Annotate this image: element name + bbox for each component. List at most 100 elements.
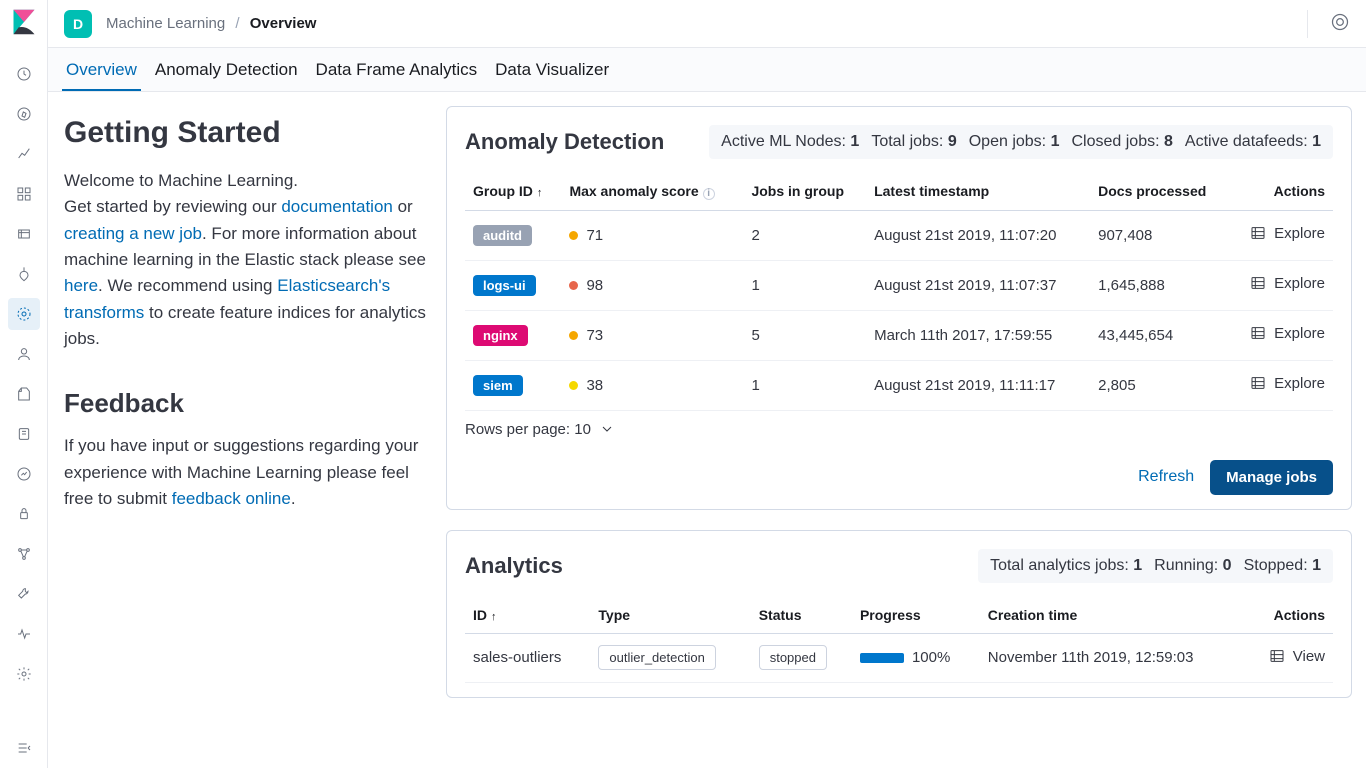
progress: 100%	[860, 649, 950, 666]
col-max-score[interactable]: Max anomaly scorei	[561, 173, 743, 210]
breadcrumb-parent[interactable]: Machine Learning	[106, 15, 225, 32]
tab-data-visualizer[interactable]: Data Visualizer	[491, 50, 613, 91]
analytics-panel: Analytics Total analytics jobs: 1 Runnin…	[446, 530, 1352, 699]
nav-siem-icon[interactable]	[8, 498, 40, 530]
tabbar: Overview Anomaly Detection Data Frame An…	[48, 48, 1366, 92]
group-badge[interactable]: nginx	[473, 325, 528, 346]
job-id: sales-outliers	[465, 633, 590, 683]
explore-link[interactable]: Explore	[1250, 275, 1325, 292]
docs-processed: 907,408	[1090, 210, 1230, 260]
table-row: logs-ui 98 1August 21st 2019, 11:07:371,64…	[465, 260, 1333, 310]
group-badge[interactable]: auditd	[473, 225, 532, 246]
anomaly-panel: Anomaly Detection Active ML Nodes: 1 Tot…	[446, 106, 1352, 510]
tab-data-frame-analytics[interactable]: Data Frame Analytics	[312, 50, 482, 91]
breadcrumb-current: Overview	[250, 15, 317, 32]
table-row: nginx 73 5March 11th 2017, 17:59:5543,445,…	[465, 310, 1333, 360]
latest-ts: March 11th 2017, 17:59:55	[866, 310, 1090, 360]
jobs-count: 1	[743, 260, 866, 310]
latest-ts: August 21st 2019, 11:11:17	[866, 360, 1090, 410]
col-actions: Actions	[1230, 173, 1333, 210]
table-row: sales-outliersoutlier_detectionstopped10…	[465, 633, 1333, 683]
nav-dashboard-icon[interactable]	[8, 178, 40, 210]
latest-ts: August 21st 2019, 11:07:37	[866, 260, 1090, 310]
group-badge[interactable]: siem	[473, 375, 523, 396]
table-row: auditd712August 21st 2019, 11:07:20907,4…	[465, 210, 1333, 260]
newsfeed-icon[interactable]	[1330, 12, 1350, 35]
link-documentation[interactable]: documentation	[281, 197, 393, 216]
feedback-title: Feedback	[64, 388, 428, 419]
col-docs[interactable]: Docs processed	[1090, 173, 1230, 210]
link-here[interactable]: here	[64, 276, 98, 295]
creation-time: November 11th 2019, 12:59:03	[980, 633, 1246, 683]
nav-visualize-icon[interactable]	[8, 138, 40, 170]
getting-started-text: Welcome to Machine Learning. Get started…	[64, 168, 428, 352]
explore-link[interactable]: Explore	[1250, 375, 1325, 392]
severity-dot	[569, 331, 578, 340]
nav-recently-viewed-icon[interactable]	[8, 58, 40, 90]
tab-anomaly-detection[interactable]: Anomaly Detection	[151, 50, 302, 91]
col-id[interactable]: ID↑	[465, 597, 590, 634]
nav-canvas-icon[interactable]	[8, 218, 40, 250]
manage-jobs-button[interactable]: Manage jobs	[1210, 460, 1333, 495]
chevron-down-icon	[599, 421, 615, 437]
col-latest-ts[interactable]: Latest timestamp	[866, 173, 1090, 210]
nav-uptime-icon[interactable]	[8, 458, 40, 490]
jobs-count: 5	[743, 310, 866, 360]
score-value: 98	[586, 277, 603, 294]
anomaly-stats: Active ML Nodes: 1 Total jobs: 9 Open jo…	[709, 125, 1333, 159]
feedback-text: If you have input or suggestions regardi…	[64, 433, 428, 512]
info-icon[interactable]: i	[703, 188, 715, 200]
nav-metrics-icon[interactable]	[8, 338, 40, 370]
anomaly-table: Group ID↑ Max anomaly scorei Jobs in gro…	[465, 173, 1333, 411]
topbar-divider	[1307, 10, 1308, 38]
analytics-stats: Total analytics jobs: 1 Running: 0 Stopp…	[978, 549, 1333, 583]
sort-asc-icon: ↑	[537, 187, 543, 199]
nav-dev-tools-icon[interactable]	[8, 578, 40, 610]
type-badge: outlier_detection	[598, 645, 715, 670]
nav-graph-icon[interactable]	[8, 538, 40, 570]
link-feedback[interactable]: feedback online	[172, 489, 291, 508]
col-group-id[interactable]: Group ID↑	[465, 173, 561, 210]
breadcrumb: Machine Learning / Overview	[106, 15, 316, 32]
severity-dot	[569, 281, 578, 290]
analytics-title: Analytics	[465, 553, 563, 579]
view-link[interactable]: View	[1269, 648, 1325, 665]
col-creation[interactable]: Creation time	[980, 597, 1246, 634]
nav-maps-icon[interactable]	[8, 258, 40, 290]
severity-dot	[569, 381, 578, 390]
tab-overview[interactable]: Overview	[62, 50, 141, 91]
analytics-table: ID↑ Type Status Progress Creation time A…	[465, 597, 1333, 684]
score-value: 73	[586, 327, 603, 344]
anomaly-title: Anomaly Detection	[465, 129, 664, 155]
docs-processed: 1,645,888	[1090, 260, 1230, 310]
link-create-job[interactable]: creating a new job	[64, 224, 202, 243]
table-row: siem381August 21st 2019, 11:11:172,805Ex…	[465, 360, 1333, 410]
nav-collapse-icon[interactable]	[8, 732, 40, 764]
explore-link[interactable]: Explore	[1250, 325, 1325, 342]
nav-machine-learning-icon[interactable]	[8, 298, 40, 330]
col-jobs-in-group[interactable]: Jobs in group	[743, 173, 866, 210]
docs-processed: 43,445,654	[1090, 310, 1230, 360]
group-badge[interactable]: logs-ui	[473, 275, 536, 296]
space-badge[interactable]: D	[64, 10, 92, 38]
col-status[interactable]: Status	[751, 597, 852, 634]
docs-processed: 2,805	[1090, 360, 1230, 410]
nav-management-icon[interactable]	[8, 658, 40, 690]
nav-monitoring-icon[interactable]	[8, 618, 40, 650]
col-type[interactable]: Type	[590, 597, 750, 634]
latest-ts: August 21st 2019, 11:07:20	[866, 210, 1090, 260]
rows-per-page[interactable]: Rows per page: 10	[465, 421, 615, 438]
sort-asc-icon: ↑	[491, 611, 497, 623]
nav-logs-icon[interactable]	[8, 378, 40, 410]
breadcrumb-separator: /	[235, 15, 239, 32]
severity-dot	[569, 231, 578, 240]
nav-discover-icon[interactable]	[8, 98, 40, 130]
explore-link[interactable]: Explore	[1250, 225, 1325, 242]
kibana-logo[interactable]	[10, 8, 38, 36]
refresh-button[interactable]: Refresh	[1138, 468, 1194, 486]
nav-apm-icon[interactable]	[8, 418, 40, 450]
progress-bar	[860, 653, 904, 663]
jobs-count: 1	[743, 360, 866, 410]
topbar: D Machine Learning / Overview	[48, 0, 1366, 48]
col-progress[interactable]: Progress	[852, 597, 980, 634]
